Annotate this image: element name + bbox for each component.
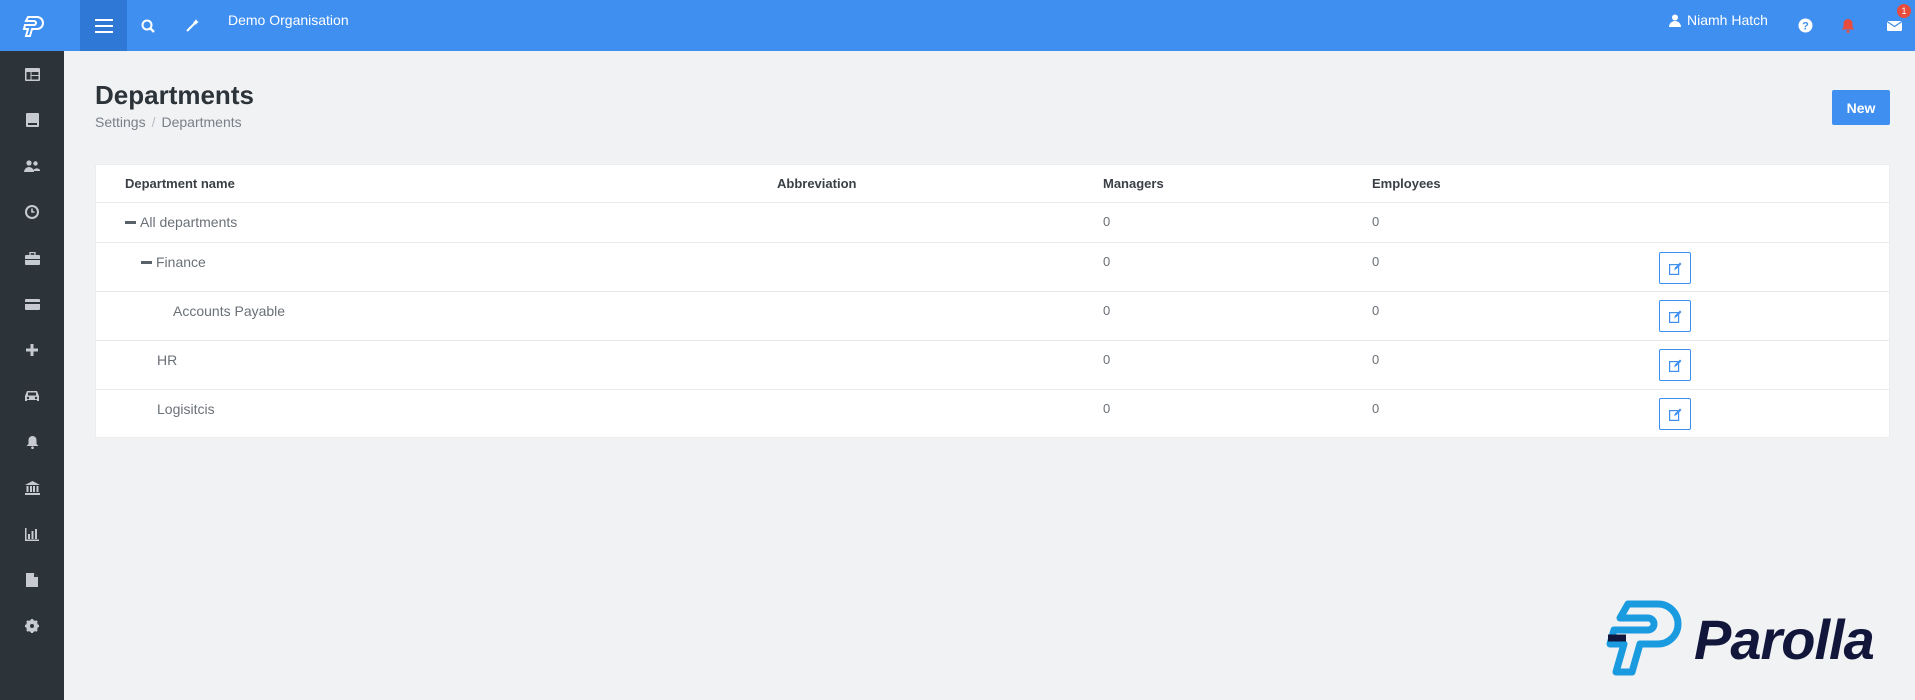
logo-icon[interactable] bbox=[0, 0, 64, 51]
edit-icon bbox=[1668, 262, 1681, 275]
svg-text:?: ? bbox=[1802, 21, 1809, 33]
column-header-abbreviation: Abbreviation bbox=[777, 176, 857, 191]
department-name-cell: HR bbox=[157, 352, 177, 368]
employees-cell: 0 bbox=[1372, 352, 1380, 367]
brand-logo: Parolla bbox=[1594, 598, 1875, 680]
department-name-cell: Accounts Payable bbox=[173, 303, 285, 319]
edit-icon bbox=[1668, 408, 1681, 421]
column-header-managers: Managers bbox=[1103, 176, 1164, 191]
employees-cell: 0 bbox=[1372, 214, 1380, 229]
parolla-logo-icon bbox=[1606, 600, 1682, 676]
file-icon[interactable] bbox=[0, 560, 64, 600]
employees-cell: 0 bbox=[1372, 254, 1380, 269]
department-name[interactable]: Logisitcis bbox=[157, 401, 215, 417]
edit-button[interactable] bbox=[1659, 252, 1691, 284]
table-row: Logisitcis 0 0 bbox=[96, 389, 1889, 438]
department-name[interactable]: HR bbox=[157, 352, 177, 368]
departments-table: Department name Abbreviation Managers Em… bbox=[95, 164, 1890, 438]
table-row: Accounts Payable 0 0 bbox=[96, 291, 1889, 340]
organisation-name[interactable]: Demo Organisation bbox=[228, 12, 349, 28]
table-row: Finance 0 0 bbox=[96, 242, 1889, 291]
book-icon[interactable] bbox=[0, 100, 64, 140]
managers-cell: 0 bbox=[1103, 214, 1111, 229]
table-row: HR 0 0 bbox=[96, 340, 1889, 389]
credit-card-icon[interactable] bbox=[0, 284, 64, 324]
users-icon[interactable] bbox=[0, 146, 64, 186]
edit-button[interactable] bbox=[1659, 300, 1691, 332]
help-icon[interactable]: ? bbox=[1793, 0, 1817, 51]
column-header-department-name: Department name bbox=[125, 176, 235, 191]
edit-icon bbox=[1668, 310, 1681, 323]
breadcrumb: Settings / Departments bbox=[95, 114, 242, 130]
user-menu[interactable]: Niamh Hatch bbox=[1669, 12, 1768, 28]
user-icon bbox=[1669, 14, 1681, 27]
car-icon[interactable] bbox=[0, 376, 64, 416]
employees-cell: 0 bbox=[1372, 401, 1380, 416]
menu-icon[interactable] bbox=[80, 0, 127, 51]
managers-cell: 0 bbox=[1103, 401, 1111, 416]
managers-cell: 0 bbox=[1103, 352, 1111, 367]
bell-icon[interactable] bbox=[0, 422, 64, 462]
briefcase-icon[interactable] bbox=[0, 238, 64, 278]
department-name[interactable]: Accounts Payable bbox=[173, 303, 285, 319]
column-header-employees: Employees bbox=[1372, 176, 1441, 191]
mail-badge: 1 bbox=[1897, 4, 1911, 18]
new-department-button[interactable]: New bbox=[1832, 90, 1890, 125]
dashboard-icon[interactable] bbox=[0, 54, 64, 94]
breadcrumb-separator: / bbox=[151, 114, 156, 130]
bar-chart-icon[interactable] bbox=[0, 514, 64, 554]
bell-icon[interactable] bbox=[1836, 0, 1860, 51]
user-name: Niamh Hatch bbox=[1687, 12, 1768, 28]
breadcrumb-departments: Departments bbox=[161, 114, 242, 130]
envelope-icon[interactable]: 1 bbox=[1880, 0, 1911, 51]
department-name[interactable]: All departments bbox=[140, 214, 237, 230]
search-icon[interactable] bbox=[135, 0, 161, 51]
department-name[interactable]: Finance bbox=[156, 254, 206, 270]
bank-icon[interactable] bbox=[0, 468, 64, 508]
magic-wand-icon[interactable] bbox=[179, 0, 205, 51]
plus-icon[interactable] bbox=[0, 330, 64, 370]
gear-icon[interactable] bbox=[0, 606, 64, 646]
department-name-cell: All departments bbox=[125, 214, 237, 230]
employees-cell: 0 bbox=[1372, 303, 1380, 318]
edit-button[interactable] bbox=[1659, 398, 1691, 430]
department-name-cell: Finance bbox=[141, 254, 206, 270]
brand-name: Parolla bbox=[1694, 607, 1875, 671]
top-bar: Demo Organisation Niamh Hatch ? 1 bbox=[0, 0, 1915, 51]
department-name-cell: Logisitcis bbox=[157, 401, 215, 417]
clock-icon[interactable] bbox=[0, 192, 64, 232]
breadcrumb-settings[interactable]: Settings bbox=[95, 114, 146, 130]
collapse-icon[interactable] bbox=[141, 260, 152, 264]
managers-cell: 0 bbox=[1103, 254, 1111, 269]
collapse-icon[interactable] bbox=[125, 220, 136, 224]
table-row: All departments 0 0 bbox=[96, 202, 1889, 242]
sidebar bbox=[0, 51, 64, 700]
edit-button[interactable] bbox=[1659, 349, 1691, 381]
edit-icon bbox=[1668, 359, 1681, 372]
page-title: Departments bbox=[95, 80, 254, 110]
managers-cell: 0 bbox=[1103, 303, 1111, 318]
